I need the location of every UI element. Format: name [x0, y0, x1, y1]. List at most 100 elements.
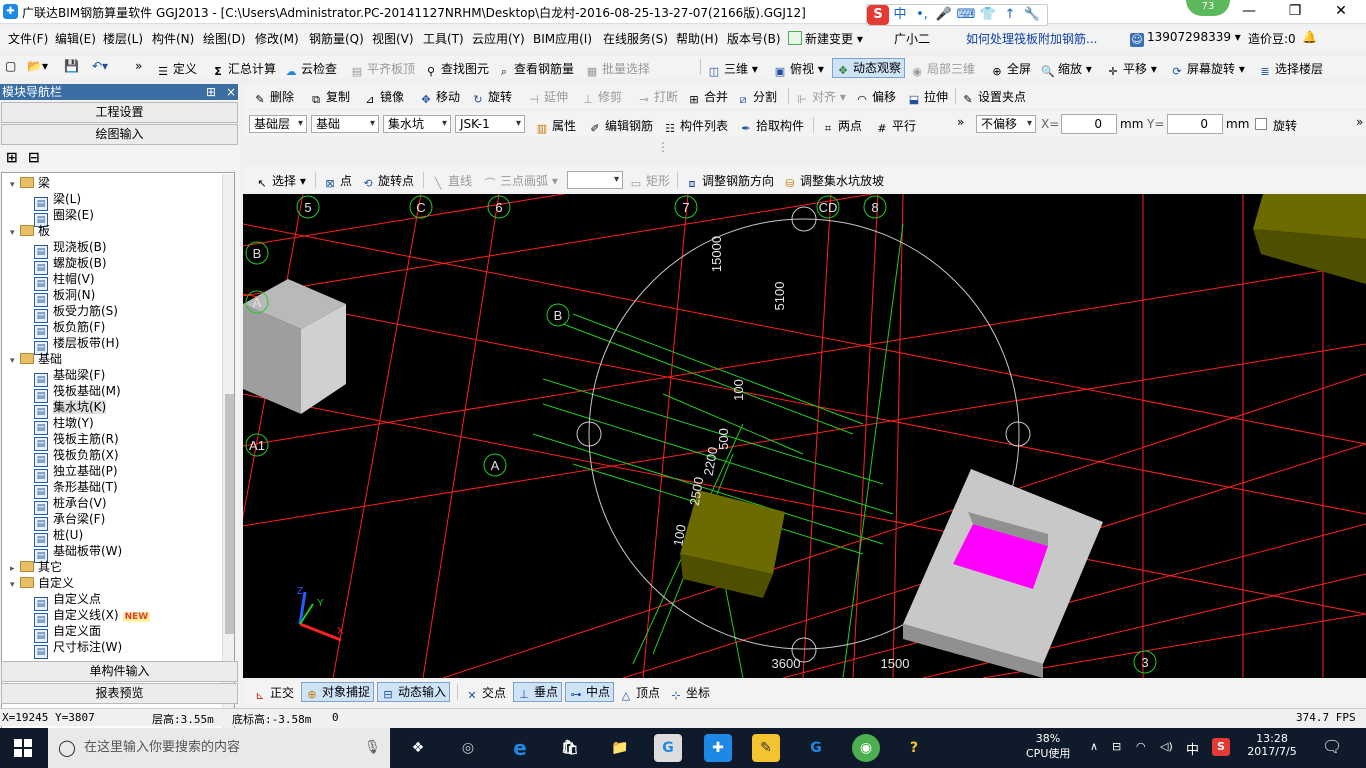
wifi-icon[interactable]: ◠ [1136, 740, 1146, 753]
input-language[interactable]: 中 [1186, 739, 1199, 758]
move-button[interactable]: ✥ 移动 [419, 88, 460, 107]
task-view-icon[interactable]: ❖ [404, 734, 432, 762]
tree-item[interactable]: ▤ 板负筋(F) [34, 319, 105, 339]
browser-app-icon[interactable]: ◎ [454, 734, 482, 762]
batch-select-button[interactable]: ▦ 批量选择 [585, 60, 650, 79]
expand-all-icon[interactable]: ⊞ [6, 150, 18, 166]
ime-item-icon[interactable]: S [867, 5, 889, 25]
ime-toolbar[interactable]: S 中 •, 🎤 ⌨ 👕 ↑ 🔧 [866, 4, 1048, 26]
tree-item[interactable]: ▤ 基础梁(F) [34, 367, 105, 387]
drawing-input-button[interactable]: 绘图输入 [1, 124, 238, 145]
cpu-usage[interactable]: 38% CPU使用 [1026, 732, 1070, 761]
vertex-snap[interactable]: △ 顶点 [619, 684, 660, 703]
microphone-icon[interactable]: 🎙 [364, 728, 381, 768]
stretch-button[interactable]: ⬓ 拉伸 [907, 88, 948, 107]
file-explorer-icon[interactable]: 📁 [606, 734, 634, 762]
rectangle-tool-button[interactable]: ▭ 矩形 [629, 172, 670, 191]
menu-rebar-qty[interactable]: 钢筋量(Q) [309, 30, 364, 47]
overflow-chevron-icon[interactable]: » [1356, 115, 1363, 129]
tree-folder[interactable]: ▾ 板 [10, 223, 50, 239]
menu-modify[interactable]: 修改(M) [255, 30, 299, 47]
glodon-app-icon[interactable]: G [654, 734, 682, 762]
tree-item-selected[interactable]: ▤ 集水坑(K) [34, 399, 107, 419]
project-settings-button[interactable]: 工程设置 [1, 102, 238, 123]
clock[interactable]: 13:28 2017/7/5 [1244, 732, 1300, 758]
restore-button[interactable]: ❐ [1272, 0, 1318, 24]
screen-rotate-button[interactable]: ⟳ 屏幕旋转 ▾ [1170, 60, 1244, 79]
rotate-point-button[interactable]: ⟲ 旋转点 [361, 172, 414, 191]
component-select[interactable]: JSK-1 [455, 115, 525, 133]
tree-item[interactable]: ▤ 尺寸标注(W) [34, 639, 122, 659]
type-select[interactable]: 集水坑 [383, 115, 451, 133]
notes-app-icon[interactable]: ✎ [752, 734, 780, 762]
store-icon[interactable]: 🛍 [556, 734, 584, 762]
open-folder-icon[interactable]: 📂▾ [27, 59, 48, 73]
expand-chevron-icon[interactable]: ▾ [10, 177, 20, 193]
midpoint-snap[interactable]: ⊶ 中点 [565, 682, 615, 702]
menu-bim[interactable]: BIM应用(I) [533, 30, 592, 47]
adjust-rebar-direction-button[interactable]: ⧈ 调整钢筋方向 [685, 172, 775, 191]
tree-item[interactable]: ▤ 自定义线(X) NEW [34, 607, 151, 627]
tree-item[interactable]: ▤ 柱帽(V) [34, 271, 95, 291]
find-element-button[interactable]: ⚲ 查找图元 [424, 60, 489, 79]
price-beans[interactable]: 造价豆:0 [1248, 30, 1296, 47]
menu-cloud[interactable]: 云应用(Y) [472, 30, 525, 47]
dynamic-input-toggle[interactable]: ⊟ 动态输入 [377, 682, 451, 702]
expand-chevron-icon[interactable]: ▾ [10, 353, 20, 369]
menu-draw[interactable]: 绘图(D) [203, 30, 246, 47]
notification-badge[interactable]: 73 [1186, 0, 1230, 16]
line-tool-button[interactable]: ╲ 直线 [431, 172, 472, 191]
two-points-button[interactable]: ⌗ 两点 [821, 117, 862, 136]
menu-file[interactable]: 文件(F) [8, 30, 48, 47]
drawing-canvas[interactable]: 5 C 6 7 CD 8 B A B A A1 3 15000 5100 100 500 2200 2500 10… [243, 194, 1366, 678]
adjust-pit-slope-button[interactable]: ⛁ 调整集水坑放坡 [783, 172, 884, 191]
delete-button[interactable]: ✎ 删除 [253, 88, 294, 107]
close-panel-icon[interactable]: × [226, 84, 236, 100]
category-select[interactable]: 基础 [311, 115, 379, 133]
expand-chevron-icon[interactable]: ▾ [10, 225, 20, 241]
tree-item[interactable]: ▤ 圈梁(E) [34, 207, 94, 227]
top-view-button[interactable]: ▣ 俯视 ▾ [773, 60, 824, 79]
pin-icon[interactable]: ⊞ [206, 84, 216, 100]
collapse-all-icon[interactable]: ⊟ [28, 150, 40, 166]
trim-button[interactable]: ⊥ 修剪 [581, 88, 622, 107]
tree-item[interactable]: ▤ 现浇板(B) [34, 239, 107, 259]
tree-item[interactable]: ▤ 螺旋板(B) [34, 255, 107, 275]
expand-chevron-icon[interactable]: ▾ [10, 577, 20, 593]
glodon-cloud-icon[interactable]: G [802, 734, 830, 762]
ggj-app-icon[interactable]: ✚ [704, 734, 732, 762]
object-snap-toggle[interactable]: ⊕ 对象捕捉 [301, 682, 375, 702]
pan-button[interactable]: ✛ 平移 ▾ [1106, 60, 1156, 79]
tree-item[interactable]: ▤ 条形基础(T) [34, 479, 118, 499]
ortho-toggle[interactable]: ⊾ 正交 [253, 684, 294, 703]
cloud-check-button[interactable]: ☁ 云检查 [284, 60, 338, 79]
minimize-button[interactable]: — [1226, 0, 1272, 24]
local-3d-button[interactable]: ◉ 局部三维 [910, 60, 975, 79]
network-icon[interactable]: ⊟ [1112, 740, 1121, 753]
rotate-button[interactable]: ↻ 旋转 [471, 88, 512, 107]
tree-folder[interactable]: ▾ 梁 [10, 175, 50, 191]
assistant-link[interactable]: 广小二 [894, 30, 930, 47]
menu-version[interactable]: 版本号(B) [727, 30, 781, 47]
tree-item[interactable]: ▤ 板受力筋(S) [34, 303, 118, 323]
ime-item-icon[interactable]: ↑ [999, 5, 1021, 25]
align-slab-top-button[interactable]: ▤ 平齐板顶 [350, 60, 415, 79]
menu-edit[interactable]: 编辑(E) [55, 30, 96, 47]
volume-icon[interactable]: ◁) [1160, 740, 1173, 753]
ime-item-icon[interactable]: 🔧 [1021, 5, 1043, 25]
define-button[interactable]: ☰ 定义 [156, 60, 197, 79]
tree-item[interactable]: ▤ 自定义点 [34, 591, 101, 611]
dynamic-orbit-button[interactable]: ✥ 动态观察 [832, 58, 906, 78]
properties-button[interactable]: ▥ 属性 [535, 117, 576, 136]
edge-icon[interactable]: e [506, 734, 534, 762]
tree-folder[interactable]: ▸ 其它 [10, 559, 62, 575]
perpendicular-snap[interactable]: ⊥ 垂点 [513, 682, 563, 702]
tree-folder[interactable]: ▾ 基础 [10, 351, 62, 367]
notification-center-icon[interactable]: 🗨 [1322, 737, 1342, 756]
set-grip-button[interactable]: ✎ 设置夹点 [961, 88, 1026, 107]
break-button[interactable]: ⊸ 打断 [637, 88, 678, 107]
menu-online[interactable]: 在线服务(S) [603, 30, 668, 47]
3d-view-button[interactable]: ◫ 三维 ▾ [707, 60, 758, 79]
tree-item[interactable]: ▤ 筏板主筋(R) [34, 431, 119, 451]
tree-item[interactable]: ▤ 楼层板带(H) [34, 335, 119, 355]
